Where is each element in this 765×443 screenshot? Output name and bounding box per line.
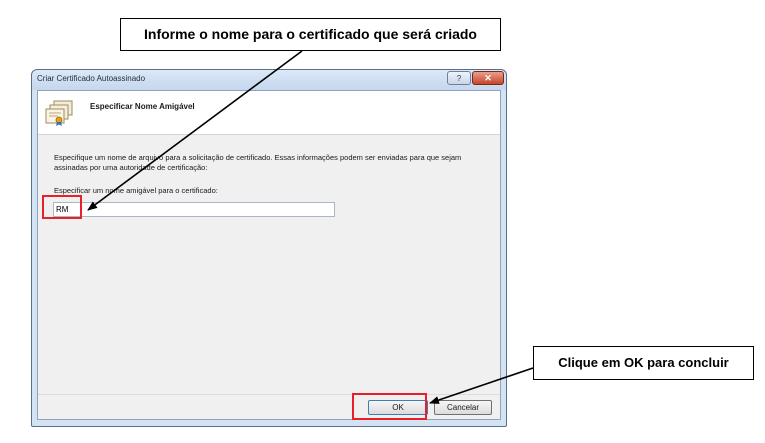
callout-ok-instruction: Clique em OK para concluir bbox=[533, 346, 754, 380]
description-text: Especifique um nome de arquivo para a so… bbox=[54, 153, 462, 172]
dialog-body: Especificar Nome Amigável Especifique um… bbox=[37, 90, 501, 420]
friendly-name-input[interactable] bbox=[53, 202, 335, 217]
callout-name-instruction: Informe o nome para o certificado que se… bbox=[120, 18, 501, 51]
wizard-header: Especificar Nome Amigável bbox=[38, 91, 500, 135]
cancel-button[interactable]: Cancelar bbox=[434, 400, 492, 415]
close-button[interactable]: ✕ bbox=[472, 71, 504, 85]
window-title: Criar Certificado Autoassinado bbox=[37, 74, 146, 83]
ok-highlight-box bbox=[352, 393, 427, 420]
create-self-signed-certificate-dialog: Criar Certificado Autoassinado ? ✕ Espec… bbox=[31, 69, 507, 427]
certificate-stack-icon bbox=[45, 100, 73, 126]
friendly-name-label: Especificar um nome amigável para o cert… bbox=[54, 186, 218, 195]
input-highlight-box bbox=[42, 195, 82, 219]
page-title: Especificar Nome Amigável bbox=[90, 102, 195, 111]
button-separator bbox=[38, 394, 500, 395]
title-bar[interactable]: Criar Certificado Autoassinado ? ✕ bbox=[32, 70, 506, 90]
help-button[interactable]: ? bbox=[447, 71, 471, 85]
